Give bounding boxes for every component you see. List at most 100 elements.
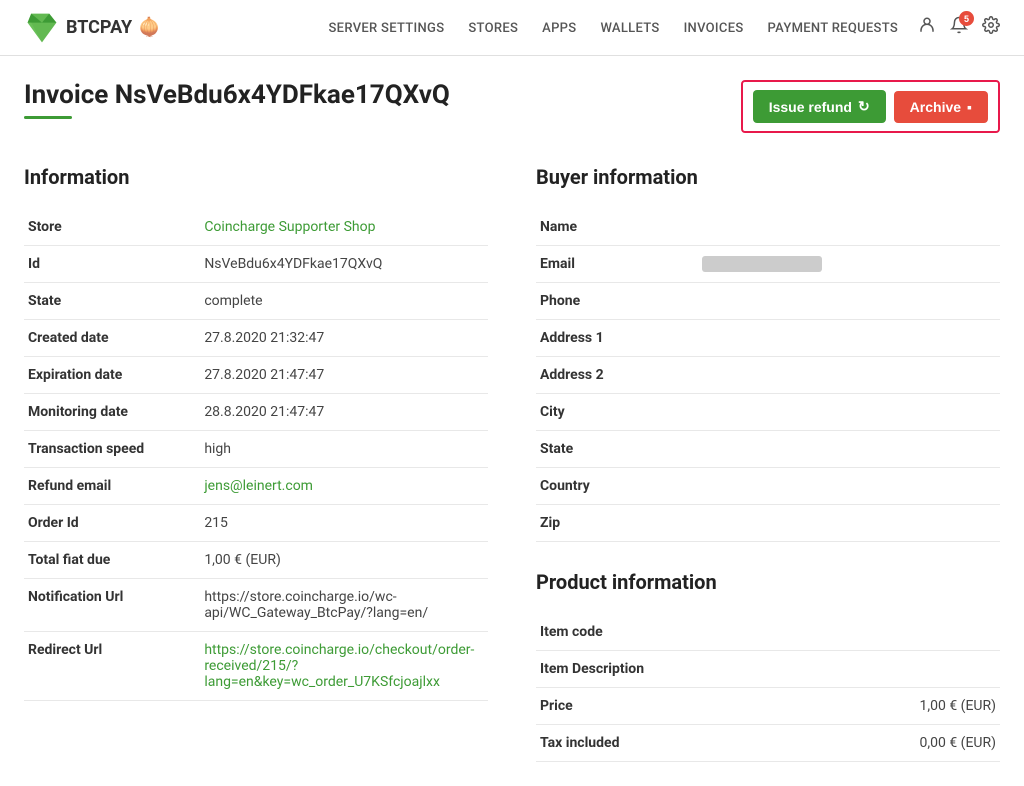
page-title: Invoice NsVeBdu6x4YDFkae17QXvQ [24,80,450,110]
nav-server-settings[interactable]: SERVER SETTINGS [329,20,445,36]
info-row: Expiration date27.8.2020 21:47:47 [24,357,488,394]
info-row: Transaction speedhigh [24,431,488,468]
buyer-row: City [536,394,1000,431]
product-label: Item Description [536,651,745,688]
info-label: Transaction speed [24,431,200,468]
nav-wallets[interactable]: WALLETS [600,20,659,36]
product-value [745,651,1000,688]
page-container: Invoice NsVeBdu6x4YDFkae17QXvQ Issue ref… [0,56,1024,786]
archive-label: Archive [910,99,961,115]
tor-icon: 🧅 [138,17,160,38]
info-label: Id [24,246,200,283]
buyer-table: NameEmailhidden@email.comPhoneAddress 1A… [536,209,1000,542]
content-grid: Information StoreCoincharge Supporter Sh… [24,165,1000,762]
nav-stores[interactable]: STORES [468,20,518,36]
info-label: Created date [24,320,200,357]
product-row: Item code [536,614,1000,651]
user-icon-button[interactable] [918,16,936,39]
page-title-block: Invoice NsVeBdu6x4YDFkae17QXvQ [24,80,450,119]
product-row: Tax included0,00 € (EUR) [536,725,1000,762]
info-row: IdNsVeBdu6x4YDFkae17QXvQ [24,246,488,283]
info-row: Monitoring date28.8.2020 21:47:47 [24,394,488,431]
brand: BTCPAY 🧅 [24,10,161,46]
nav-icons: 5 [918,16,1000,39]
info-row: Refund emailjens@leinert.com [24,468,488,505]
buyer-value [698,431,1000,468]
right-column: Buyer information NameEmailhidden@email.… [536,165,1000,762]
buyer-row: Address 1 [536,320,1000,357]
buyer-row: Phone [536,283,1000,320]
nav-links: SERVER SETTINGS STORES APPS WALLETS INVO… [329,20,898,36]
info-row: Created date27.8.2020 21:32:47 [24,320,488,357]
info-link[interactable]: https://store.coincharge.io/checkout/ord… [204,642,474,690]
info-row: Order Id215 [24,505,488,542]
buyer-row: Name [536,209,1000,246]
info-value: 215 [200,505,488,542]
issue-refund-button[interactable]: Issue refund ↻ [753,90,886,123]
info-value: https://store.coincharge.io/wc-api/WC_Ga… [200,579,488,632]
notifications-button[interactable]: 5 [950,16,968,39]
info-link[interactable]: Coincharge Supporter Shop [204,219,375,235]
blurred-email: hidden@email.com [702,256,822,272]
info-label: Monitoring date [24,394,200,431]
buyer-label: Address 2 [536,357,698,394]
buyer-label: State [536,431,698,468]
buyer-label: City [536,394,698,431]
left-column: Information StoreCoincharge Supporter Sh… [24,165,488,762]
product-value: 0,00 € (EUR) [745,725,1000,762]
product-row: Item Description [536,651,1000,688]
archive-button[interactable]: Archive ▪ [894,91,988,123]
buyer-value [698,357,1000,394]
refresh-icon: ↻ [858,98,870,115]
notification-badge: 5 [959,11,974,26]
nav-invoices[interactable]: INVOICES [684,20,744,36]
buyer-label: Phone [536,283,698,320]
buyer-row: Address 2 [536,357,1000,394]
buyer-row: Emailhidden@email.com [536,246,1000,283]
info-value[interactable]: Coincharge Supporter Shop [200,209,488,246]
buyer-label: Country [536,468,698,505]
buyer-label: Name [536,209,698,246]
information-title: Information [24,165,488,189]
info-value: 27.8.2020 21:32:47 [200,320,488,357]
info-value: NsVeBdu6x4YDFkae17QXvQ [200,246,488,283]
issue-refund-label: Issue refund [769,99,852,115]
buyer-value [698,394,1000,431]
buyer-value [698,320,1000,357]
info-row: Statecomplete [24,283,488,320]
info-row: Notification Urlhttps://store.coincharge… [24,579,488,632]
product-title: Product information [536,570,1000,594]
info-label: Order Id [24,505,200,542]
brand-name: BTCPAY [66,17,132,38]
buyer-row: State [536,431,1000,468]
buyer-label: Address 1 [536,320,698,357]
settings-icon-button[interactable] [982,16,1000,39]
product-row: Price1,00 € (EUR) [536,688,1000,725]
info-value[interactable]: https://store.coincharge.io/checkout/ord… [200,632,488,701]
buyer-value [698,283,1000,320]
buyer-label: Email [536,246,698,283]
info-link[interactable]: jens@leinert.com [204,478,313,494]
product-value: 1,00 € (EUR) [745,688,1000,725]
title-underline [24,116,72,119]
info-value: high [200,431,488,468]
info-value[interactable]: jens@leinert.com [200,468,488,505]
info-label: Total fiat due [24,542,200,579]
info-value: 27.8.2020 21:47:47 [200,357,488,394]
info-row: StoreCoincharge Supporter Shop [24,209,488,246]
buyer-row: Country [536,468,1000,505]
buyer-value [698,209,1000,246]
info-label: Notification Url [24,579,200,632]
buyer-row: Zip [536,505,1000,542]
product-label: Price [536,688,745,725]
info-value: 1,00 € (EUR) [200,542,488,579]
buyer-value [698,468,1000,505]
info-row: Total fiat due1,00 € (EUR) [24,542,488,579]
buyer-title: Buyer information [536,165,1000,189]
product-section: Product information Item codeItem Descri… [536,570,1000,762]
nav-apps[interactable]: APPS [542,20,576,36]
nav-payment-requests[interactable]: PAYMENT REQUESTS [768,20,898,36]
info-row: Redirect Urlhttps://store.coincharge.io/… [24,632,488,701]
info-value: complete [200,283,488,320]
info-value: 28.8.2020 21:47:47 [200,394,488,431]
